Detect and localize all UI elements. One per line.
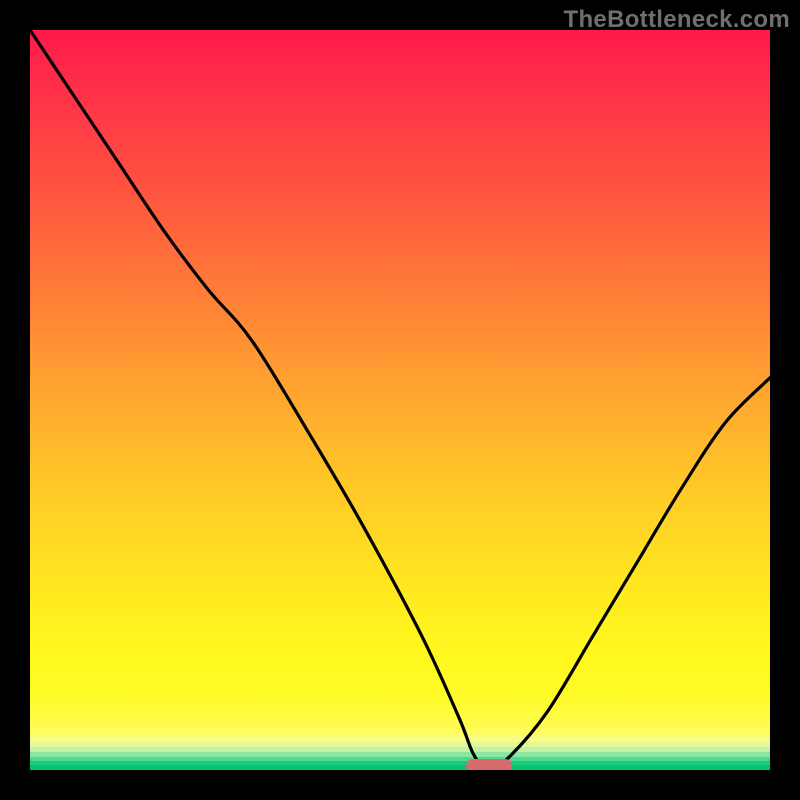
plot-area — [30, 30, 770, 770]
optimal-marker — [466, 759, 512, 770]
bottleneck-curve — [30, 30, 770, 770]
watermark-text: TheBottleneck.com — [564, 6, 790, 34]
chart-frame: TheBottleneck.com — [0, 0, 800, 800]
